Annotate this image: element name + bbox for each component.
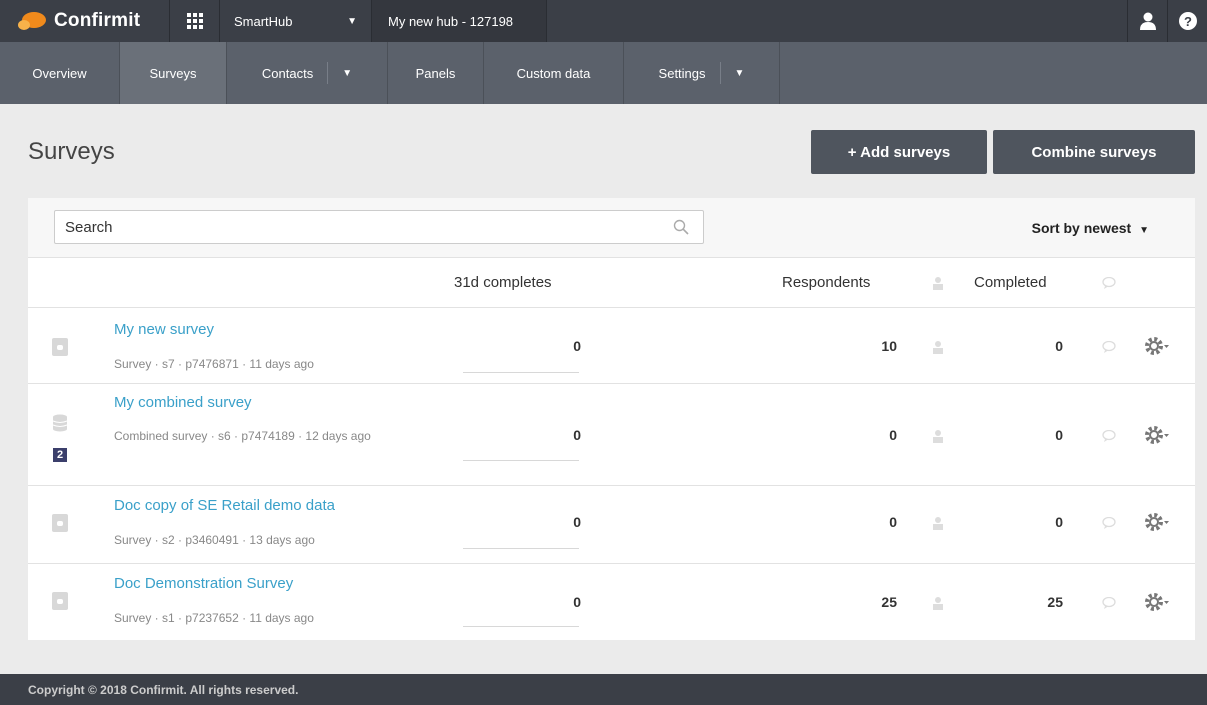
completes-value: 0 xyxy=(573,514,581,530)
svg-text:?: ? xyxy=(1184,14,1192,29)
completed-value: 0 xyxy=(1055,514,1063,530)
survey-title-link[interactable]: Doc Demonstration Survey xyxy=(114,575,293,592)
footer: Copyright © 2018 Confirmit. All rights r… xyxy=(0,674,1207,705)
progress-underline xyxy=(463,372,579,373)
completed-value: 0 xyxy=(1055,338,1063,354)
gear-menu-icon[interactable] xyxy=(1144,424,1170,446)
column-header-completed[interactable]: Completed xyxy=(974,274,1047,291)
app-grid-icon xyxy=(186,13,203,29)
sort-dropdown[interactable]: Sort by newest ▼ xyxy=(1032,220,1149,236)
app-launcher-button[interactable] xyxy=(170,0,220,42)
person-icon xyxy=(933,430,943,443)
survey-meta: Survey · s1 · p7237652 · 11 days ago xyxy=(114,611,314,625)
survey-icon xyxy=(52,338,68,356)
tab-panels[interactable]: Panels xyxy=(388,42,484,104)
comment-icon xyxy=(1102,277,1116,289)
copyright-text: Copyright © 2018 Confirmit. All rights r… xyxy=(28,682,299,697)
comment-icon xyxy=(1102,341,1116,353)
person-icon xyxy=(933,517,943,530)
help-icon: ? xyxy=(1178,12,1197,30)
help-button[interactable]: ? xyxy=(1167,0,1207,42)
sort-label: Sort by newest xyxy=(1031,220,1132,236)
comment-icon xyxy=(1102,597,1116,609)
table-row[interactable]: Doc copy of SE Retail demo data Survey ·… xyxy=(28,486,1195,564)
user-icon xyxy=(1139,12,1156,30)
tab-settings[interactable]: Settings ▼ xyxy=(624,42,780,104)
respondents-value: 10 xyxy=(881,338,897,354)
brand-logo[interactable]: Confirmit xyxy=(0,0,170,42)
survey-meta: Survey · s2 · p3460491 · 13 days ago xyxy=(114,533,315,547)
column-header-completes[interactable]: 31d completes xyxy=(454,274,552,291)
page-title: Surveys xyxy=(28,138,115,165)
tab-label: Settings xyxy=(658,65,706,81)
search-input[interactable] xyxy=(55,211,655,243)
gear-menu-icon[interactable] xyxy=(1144,591,1170,613)
user-menu-button[interactable] xyxy=(1127,0,1167,42)
gear-menu-icon[interactable] xyxy=(1144,335,1170,357)
survey-title-link[interactable]: My new survey xyxy=(114,321,214,338)
person-icon xyxy=(933,597,943,610)
respondents-value: 0 xyxy=(889,427,897,443)
database-icon xyxy=(52,414,68,432)
survey-title-link[interactable]: My combined survey xyxy=(114,394,252,411)
combine-surveys-button[interactable]: Combine surveys xyxy=(993,130,1195,174)
tab-label: Surveys xyxy=(149,65,197,81)
table-row[interactable]: My new survey Survey · s7 · p7476871 · 1… xyxy=(28,308,1195,384)
survey-icon xyxy=(52,592,68,610)
progress-underline xyxy=(463,626,579,627)
tab-overview[interactable]: Overview xyxy=(0,42,120,104)
comment-icon xyxy=(1102,517,1116,529)
gear-menu-icon[interactable] xyxy=(1144,511,1170,533)
hub-selector[interactable]: SmartHub ▼ xyxy=(220,0,372,42)
progress-underline xyxy=(463,548,579,549)
column-header-respondents[interactable]: Respondents xyxy=(782,274,870,291)
survey-meta: Survey · s7 · p7476871 · 11 days ago xyxy=(114,357,314,371)
tab-custom-data[interactable]: Custom data xyxy=(484,42,624,104)
person-icon xyxy=(933,277,943,290)
survey-meta: Combined survey · s6 · p7474189 · 12 day… xyxy=(114,429,371,443)
search-bar: Sort by newest ▼ xyxy=(28,198,1195,258)
current-hub-name: My new hub - 127198 xyxy=(372,0,547,42)
person-icon xyxy=(933,341,943,354)
tab-label: Custom data xyxy=(516,65,591,81)
top-bar: Confirmit SmartHub ▼ My new hub - 127198… xyxy=(0,0,1207,42)
table-row[interactable]: Doc Demonstration Survey Survey · s1 · p… xyxy=(28,564,1195,640)
completes-value: 0 xyxy=(573,594,581,610)
tab-label: Contacts xyxy=(261,65,314,81)
main-nav: Overview Surveys Contacts ▼ Panels Custom… xyxy=(0,42,1207,104)
caret-down-icon[interactable]: ▼ xyxy=(719,62,744,84)
respondents-value: 0 xyxy=(889,514,897,530)
confirmit-logo-icon xyxy=(18,10,48,32)
hub-selector-label: SmartHub xyxy=(234,13,293,29)
survey-title-link[interactable]: Doc copy of SE Retail demo data xyxy=(114,497,335,514)
completed-value: 0 xyxy=(1055,427,1063,443)
comment-icon xyxy=(1102,430,1116,442)
tab-surveys[interactable]: Surveys xyxy=(120,42,227,104)
add-surveys-button[interactable]: + Add surveys xyxy=(811,130,987,174)
search-icon[interactable] xyxy=(673,219,689,235)
caret-down-icon[interactable]: ▼ xyxy=(327,62,352,84)
table-header: 31d completes Respondents Completed xyxy=(28,258,1195,308)
survey-icon xyxy=(52,514,68,532)
combined-count-badge: 2 xyxy=(53,448,67,462)
surveys-panel: Sort by newest ▼ 31d completes Responden… xyxy=(28,198,1195,640)
completed-value: 25 xyxy=(1047,594,1063,610)
table-row[interactable]: 2 My combined survey Combined survey · s… xyxy=(28,384,1195,486)
caret-down-icon: ▼ xyxy=(347,15,357,27)
respondents-value: 25 xyxy=(881,594,897,610)
caret-down-icon: ▼ xyxy=(1139,225,1149,236)
tab-contacts[interactable]: Contacts ▼ xyxy=(227,42,388,104)
tab-label: Panels xyxy=(415,65,456,81)
brand-name: Confirmit xyxy=(54,10,141,31)
completes-value: 0 xyxy=(573,427,581,443)
search-box[interactable] xyxy=(54,210,704,244)
progress-underline xyxy=(463,460,579,461)
tab-label: Overview xyxy=(32,65,87,81)
completes-value: 0 xyxy=(573,338,581,354)
